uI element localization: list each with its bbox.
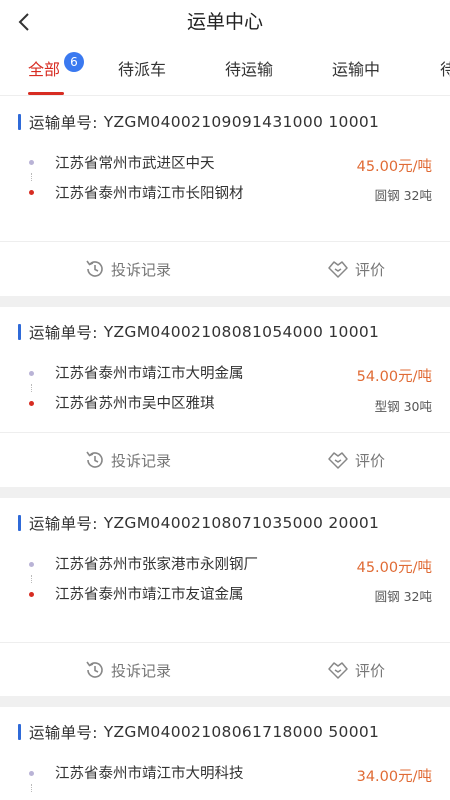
complaint-record-button[interactable]: 投诉记录 xyxy=(84,449,171,471)
origin-address: 江苏省泰州市靖江市大明金属 xyxy=(55,366,244,382)
tab-label: 全部 xyxy=(28,60,61,79)
handshake-icon xyxy=(328,261,348,278)
rate-button[interactable]: 评价 xyxy=(326,258,385,280)
destination-dot xyxy=(29,190,34,195)
tab-pending-transport[interactable]: 待运输 xyxy=(225,44,274,95)
cargo-spec: 圆钢 32吨 xyxy=(374,589,432,604)
rate-label: 评价 xyxy=(355,661,386,680)
destination-address: 江苏省泰州市靖江市友谊金属 xyxy=(55,587,244,603)
destination-address: 江苏省苏州市吴中区雅琪 xyxy=(55,396,215,412)
order-accent-bar xyxy=(18,324,21,340)
tab-underline xyxy=(28,92,64,95)
rate-label: 评价 xyxy=(355,260,386,279)
complaint-label: 投诉记录 xyxy=(111,451,172,470)
freight-price: 54.00元/吨 xyxy=(356,369,432,385)
handshake-icon xyxy=(328,662,348,679)
card-divider xyxy=(0,432,450,433)
order-card[interactable]: 运输单号: YZGM04002109091431000 10001 江苏省常州市… xyxy=(0,97,450,296)
tab-label: 待 xyxy=(440,60,450,79)
order-number: YZGM04002108061718000 50001 xyxy=(103,723,380,741)
order-accent-bar xyxy=(18,724,21,740)
order-label: 运输单号: xyxy=(29,114,98,132)
order-number: YZGM04002109091431000 10001 xyxy=(103,113,380,131)
order-number: YZGM04002108071035000 20001 xyxy=(103,514,380,532)
origin-dot xyxy=(29,562,34,567)
page-title: 运单中心 xyxy=(186,11,263,33)
route-connector xyxy=(31,173,32,181)
order-card[interactable]: 运输单号: YZGM04002108081054000 10001 江苏省泰州市… xyxy=(0,307,450,487)
origin-dot xyxy=(29,371,34,376)
card-gap xyxy=(0,296,450,307)
tab-label: 运输中 xyxy=(332,60,381,79)
order-card[interactable]: 运输单号: YZGM04002108071035000 20001 江苏省苏州市… xyxy=(0,498,450,696)
header: 运单中心 xyxy=(0,0,450,44)
cargo-spec: 圆钢 32吨 xyxy=(374,188,432,203)
order-label: 运输单号: xyxy=(29,724,98,742)
origin-address: 江苏省苏州市张家港市永刚钢厂 xyxy=(55,557,258,573)
complaint-label: 投诉记录 xyxy=(111,260,172,279)
tab-badge: 6 xyxy=(64,52,84,72)
tab-pending-dispatch[interactable]: 待派车 xyxy=(118,44,167,95)
tab-bar: 全部 6 待派车 待运输 运输中 待 xyxy=(0,44,450,96)
clock-back-icon xyxy=(86,260,103,277)
order-accent-bar xyxy=(18,515,21,531)
tab-all[interactable]: 全部 xyxy=(28,44,61,95)
route-connector xyxy=(31,384,32,392)
rate-button[interactable]: 评价 xyxy=(326,449,385,471)
tab-label: 待运输 xyxy=(225,60,274,79)
freight-price: 45.00元/吨 xyxy=(356,159,432,175)
order-number-row: 运输单号: YZGM04002108071035000 20001 xyxy=(18,513,379,533)
clock-back-icon xyxy=(86,451,103,468)
order-number: YZGM04002108081054000 10001 xyxy=(103,323,380,341)
card-divider xyxy=(0,241,450,242)
complaint-record-button[interactable]: 投诉记录 xyxy=(84,659,171,681)
freight-price: 34.00元/吨 xyxy=(356,769,432,785)
tab-in-transit[interactable]: 运输中 xyxy=(332,44,381,95)
route-connector xyxy=(31,575,32,583)
tab-more[interactable]: 待 xyxy=(440,44,450,95)
rate-label: 评价 xyxy=(355,451,386,470)
origin-dot xyxy=(29,771,34,776)
order-label: 运输单号: xyxy=(29,515,98,533)
card-divider xyxy=(0,642,450,643)
order-accent-bar xyxy=(18,114,21,130)
order-label: 运输单号: xyxy=(29,324,98,342)
origin-address: 江苏省泰州市靖江市大明科技 xyxy=(55,766,244,782)
route-connector xyxy=(31,784,32,792)
order-card[interactable]: 运输单号: YZGM04002108061718000 50001 江苏省泰州市… xyxy=(0,707,450,800)
freight-price: 45.00元/吨 xyxy=(356,560,432,576)
complaint-record-button[interactable]: 投诉记录 xyxy=(84,258,171,280)
tab-label: 待派车 xyxy=(118,60,167,79)
destination-dot xyxy=(29,592,34,597)
order-number-row: 运输单号: YZGM04002108061718000 50001 xyxy=(18,722,379,742)
cargo-spec: 型钢 30吨 xyxy=(374,399,432,414)
card-gap xyxy=(0,487,450,498)
complaint-label: 投诉记录 xyxy=(111,661,172,680)
rate-button[interactable]: 评价 xyxy=(326,659,385,681)
origin-dot xyxy=(29,160,34,165)
order-number-row: 运输单号: YZGM04002109091431000 10001 xyxy=(18,112,379,132)
order-number-row: 运输单号: YZGM04002108081054000 10001 xyxy=(18,322,379,342)
handshake-icon xyxy=(328,452,348,469)
destination-address: 江苏省泰州市靖江市长阳钢材 xyxy=(55,186,244,202)
origin-address: 江苏省常州市武进区中天 xyxy=(55,156,215,172)
destination-dot xyxy=(29,401,34,406)
clock-back-icon xyxy=(86,661,103,678)
card-gap xyxy=(0,696,450,707)
